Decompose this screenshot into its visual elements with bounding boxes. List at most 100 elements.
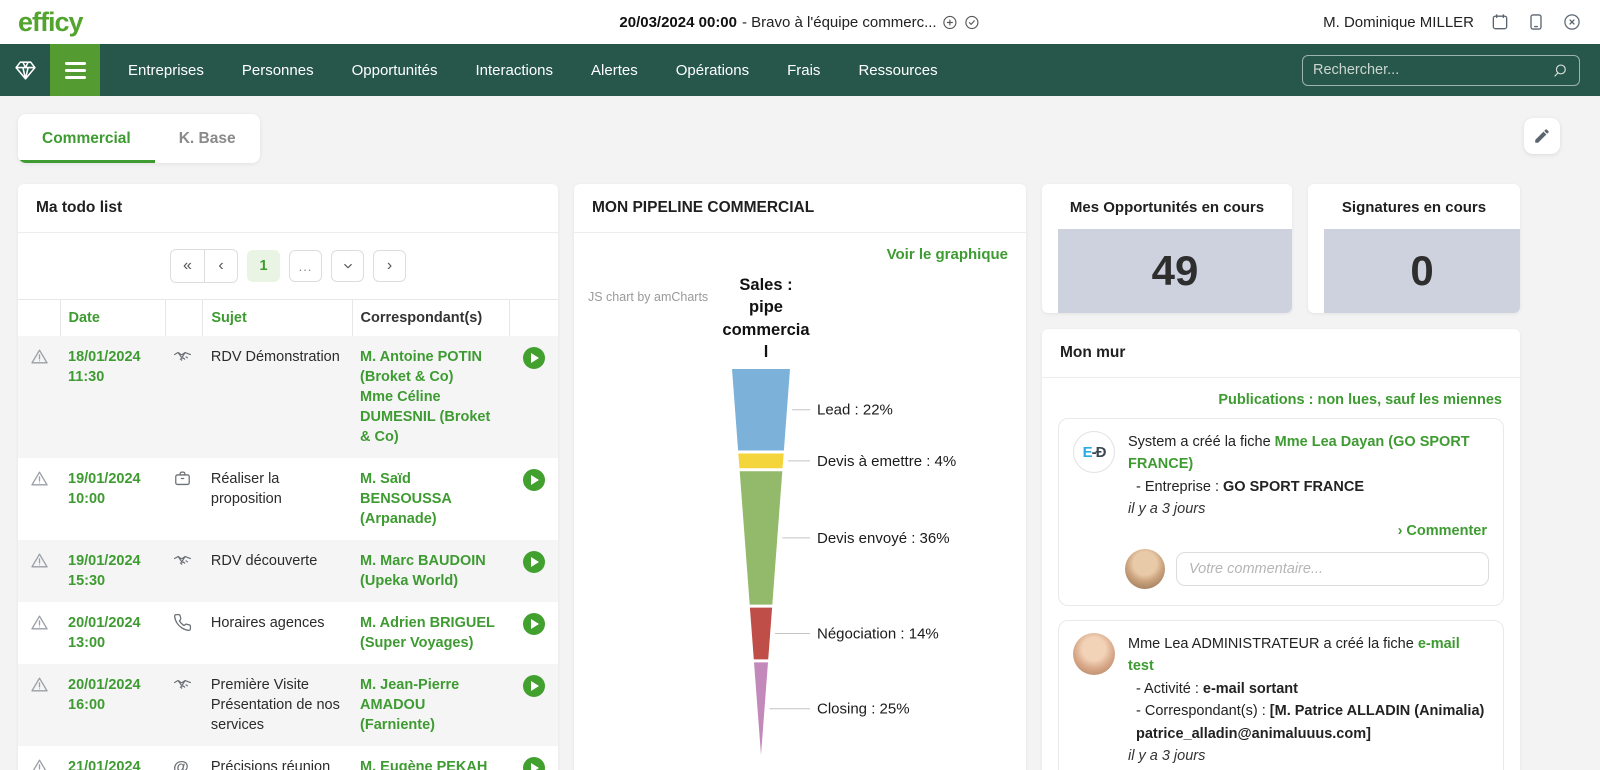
warning-icon [30, 613, 49, 632]
todo-correspondents[interactable]: M. Saïd BENSOUSSA (Arpanade) [352, 458, 510, 540]
prev-page-button[interactable]: ‹ [204, 250, 237, 282]
open-item-button[interactable] [523, 757, 545, 770]
search-input[interactable] [1313, 62, 1552, 78]
table-row[interactable]: 19/01/202410:00 Réaliser la proposition … [18, 458, 558, 540]
page-select-button[interactable] [331, 250, 364, 282]
open-item-button[interactable] [523, 347, 545, 369]
todo-correspondents[interactable]: M. Adrien BRIGUEL (Super Voyages) [352, 602, 510, 664]
open-item-button[interactable] [523, 675, 545, 697]
edit-dashboard-button[interactable] [1524, 118, 1560, 154]
todo-date[interactable]: 20/01/202413:00 [60, 602, 165, 664]
logout-icon[interactable] [1562, 12, 1582, 32]
table-row[interactable]: 20/01/202416:00 Première Visite Présenta… [18, 664, 558, 746]
todo-subject[interactable]: RDV Démonstration [203, 336, 352, 458]
open-item-button[interactable] [523, 469, 545, 491]
wall-post: E-Ð System a créé la fiche Mme Lea Dayan… [1058, 418, 1504, 606]
todo-date[interactable]: 21/01/2024 [60, 746, 165, 770]
post-text: System a créé la fiche [1128, 434, 1275, 450]
post-details: - Activité : e-mail sortant- Corresponda… [1128, 678, 1489, 745]
todo-table: Date Sujet Correspondant(s) 18/01/202411… [18, 299, 558, 770]
todo-date[interactable]: 20/01/202416:00 [60, 664, 165, 746]
nav-item-ressources[interactable]: Ressources [858, 62, 937, 79]
plus-circle-icon[interactable] [942, 14, 959, 31]
next-page-button[interactable]: › [373, 250, 406, 282]
publications-filter-link[interactable]: Publications : non lues, sauf les mienne… [1058, 386, 1504, 418]
open-item-button[interactable] [523, 551, 545, 573]
post-details: - Entreprise : GO SPORT FRANCE [1128, 476, 1489, 498]
table-row[interactable]: 20/01/202413:00 Horaires agences M. Adri… [18, 602, 558, 664]
topbar: efficy 20/03/2024 00:00 - Bravo à l'équi… [0, 0, 1600, 44]
funnel-svg-container: Lead : 22%Devis à emettre : 4%Devis envo… [574, 363, 1026, 768]
warning-icon [30, 347, 49, 366]
search-icon[interactable] [1552, 62, 1569, 79]
nav-item-opportunites[interactable]: Opportunités [352, 62, 438, 79]
date-column-header[interactable]: Date [60, 300, 165, 337]
todo-date[interactable]: 19/01/202415:30 [60, 540, 165, 602]
amcharts-watermark[interactable]: JS chart by amCharts [588, 290, 708, 304]
kpi-opportunities-card[interactable]: Mes Opportunités en cours 49 [1042, 184, 1292, 313]
todo-subject[interactable]: Précisions réunion [203, 746, 352, 770]
kpi-signatures-card[interactable]: Signatures en cours 0 [1308, 184, 1520, 313]
calendar-icon[interactable] [1490, 12, 1510, 32]
table-row[interactable]: 19/01/202415:30 RDV découverte M. Marc B… [18, 540, 558, 602]
current-page-button[interactable]: 1 [247, 250, 280, 282]
post-text: Mme Lea ADMINISTRATEUR a créé la fiche [1128, 636, 1418, 652]
post-timestamp: il y a 3 jours [1128, 498, 1489, 520]
tabs-card: Commercial K. Base [18, 114, 260, 163]
todo-date[interactable]: 19/01/202410:00 [60, 458, 165, 540]
nav-item-personnes[interactable]: Personnes [242, 62, 314, 79]
kpi-title: Signatures en cours [1308, 184, 1520, 229]
view-chart-link[interactable]: Voir le graphique [887, 246, 1008, 263]
todo-subject[interactable]: RDV découverte [203, 540, 352, 602]
actions-column-header [510, 300, 558, 337]
comment-link[interactable]: › Commenter [1075, 523, 1487, 539]
correspondents-column-header[interactable]: Correspondant(s) [352, 300, 510, 337]
more-pages-button[interactable]: ... [289, 250, 322, 282]
warning-column-header[interactable] [18, 300, 60, 337]
todo-correspondents[interactable]: M. Antoine POTIN (Broket & Co)Mme Céline… [352, 336, 510, 458]
search-box[interactable] [1302, 55, 1580, 86]
right-column: Mes Opportunités en cours 49 Signatures … [1042, 184, 1520, 770]
todo-correspondents[interactable]: M. Jean-Pierre AMADOU (Farniente) [352, 664, 510, 746]
todo-title: Ma todo list [18, 184, 558, 233]
nav-item-operations[interactable]: Opérations [676, 62, 749, 79]
todo-date[interactable]: 18/01/202411:30 [60, 336, 165, 458]
wall-panel: Mon mur Publications : non lues, sauf le… [1042, 329, 1520, 770]
pagination-group: « ‹ [170, 249, 238, 283]
tab-commercial[interactable]: Commercial [18, 114, 155, 163]
svg-text:Devis envoyé : 36%: Devis envoyé : 36% [817, 530, 950, 547]
tab-k-base[interactable]: K. Base [155, 114, 260, 163]
chevron-down-icon [341, 259, 355, 273]
mobile-device-icon[interactable] [1526, 12, 1546, 32]
main-nav: Entreprises Personnes Opportunités Interact… [0, 44, 1600, 96]
subject-column-header[interactable]: Sujet [203, 300, 352, 337]
nav-item-alertes[interactable]: Alertes [591, 62, 638, 79]
todo-subject[interactable]: Réaliser la proposition [203, 458, 352, 540]
user-name[interactable]: M. Dominique MILLER [1323, 14, 1474, 31]
notification-banner[interactable]: 20/03/2024 00:00 - Bravo à l'équipe comm… [619, 14, 980, 31]
svg-text:Devis à emettre : 4%: Devis à emettre : 4% [817, 453, 956, 470]
hamburger-menu-button[interactable] [50, 44, 100, 96]
icon-column-header[interactable] [165, 300, 203, 337]
check-circle-icon[interactable] [964, 14, 981, 31]
todo-subject[interactable]: Première Visite Présentation de nos serv… [203, 664, 352, 746]
nav-item-frais[interactable]: Frais [787, 62, 820, 79]
table-row[interactable]: 18/01/202411:30 RDV Démonstration M. Ant… [18, 336, 558, 458]
at-icon: @ [173, 757, 192, 770]
handshake-icon [173, 551, 192, 570]
warning-icon [30, 469, 49, 488]
todo-pagination: « ‹ 1 ... › [18, 233, 558, 299]
todo-correspondents[interactable]: M. Eugène PEKAH [352, 746, 510, 770]
todo-subject[interactable]: Horaires agences [203, 602, 352, 664]
todo-correspondents[interactable]: M. Marc BAUDOIN (Upeka World) [352, 540, 510, 602]
post-timestamp: il y a 3 jours [1128, 745, 1489, 767]
notification-text: - Bravo à l'équipe commerc... [742, 14, 937, 31]
comment-input[interactable] [1176, 552, 1489, 586]
first-page-button[interactable]: « [171, 250, 204, 282]
gem-icon[interactable] [0, 44, 50, 96]
table-row[interactable]: 21/01/2024 @ Précisions réunion M. Eugèn… [18, 746, 558, 770]
nav-item-interactions[interactable]: Interactions [475, 62, 553, 79]
open-item-button[interactable] [523, 613, 545, 635]
briefcase-icon [173, 469, 192, 488]
nav-item-entreprises[interactable]: Entreprises [128, 62, 204, 79]
